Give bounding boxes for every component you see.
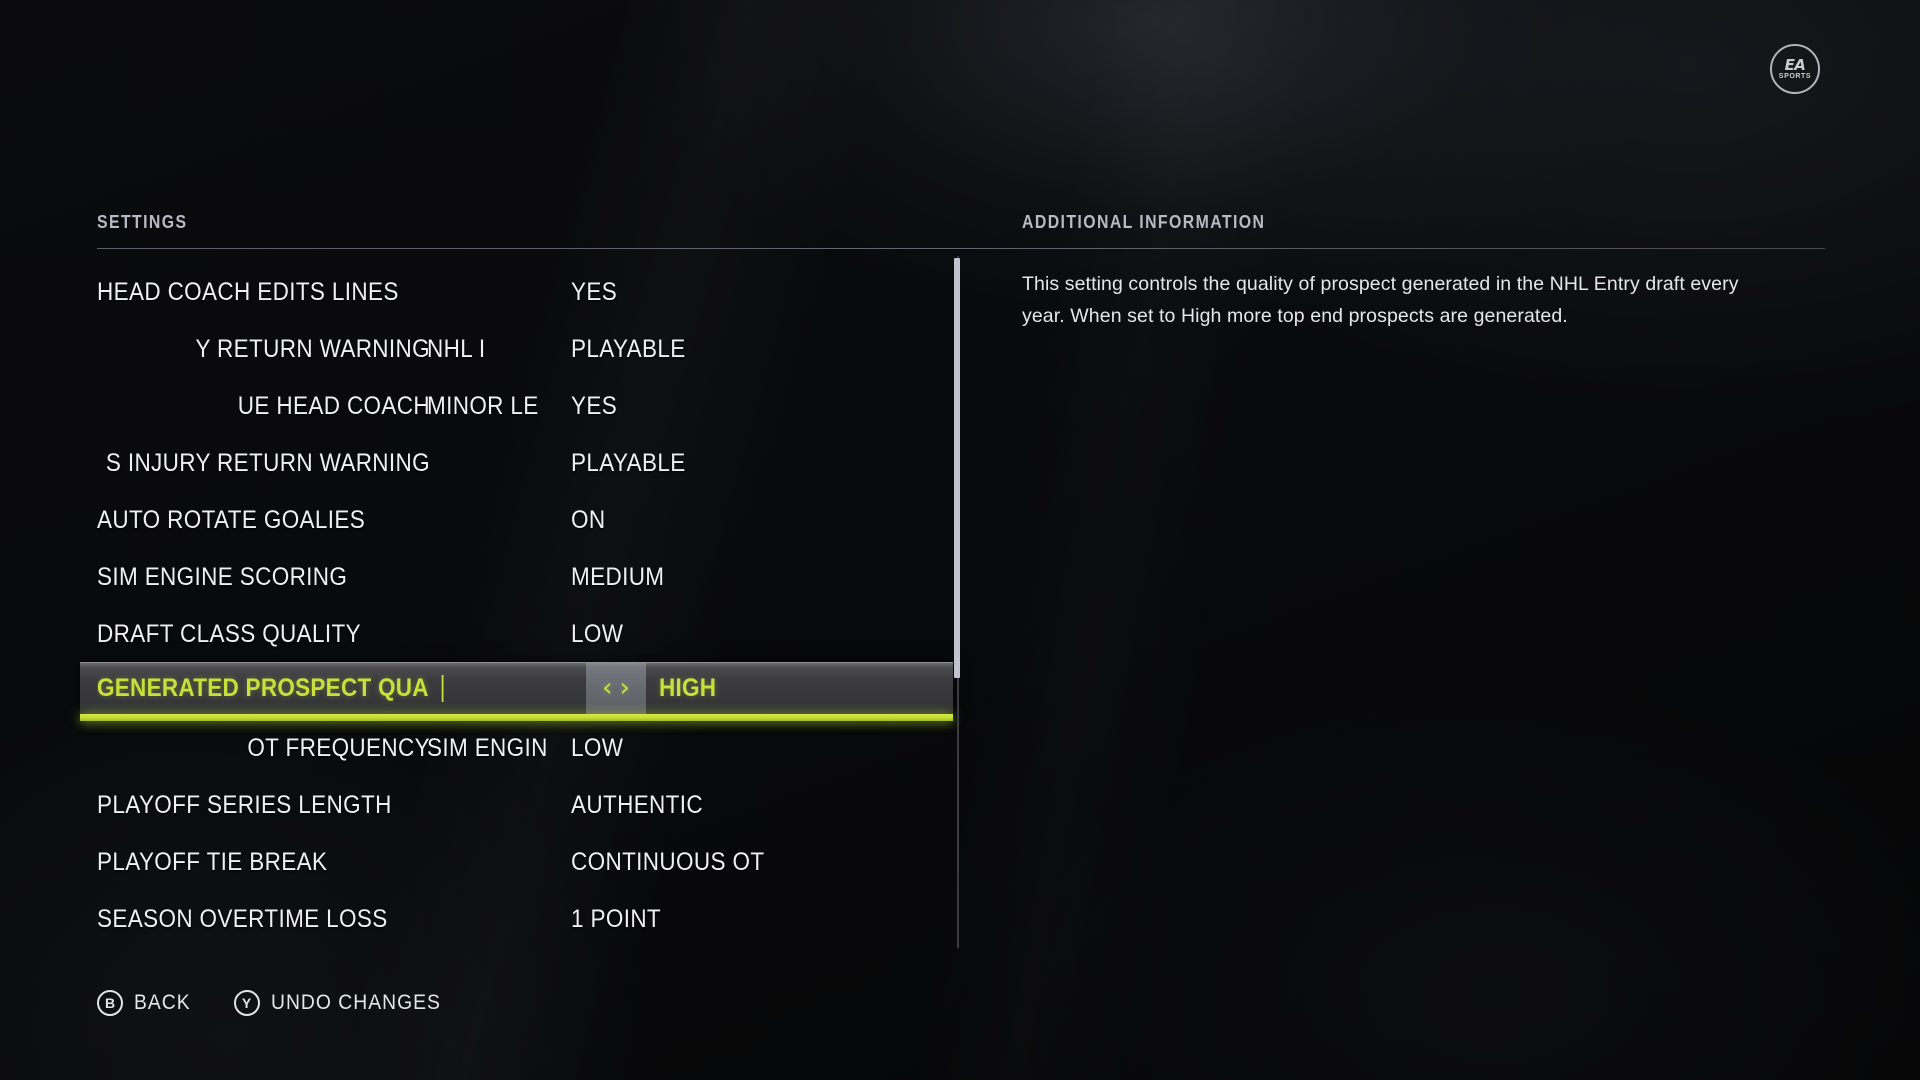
setting-value[interactable]: AUTHENTIC: [571, 777, 913, 834]
setting-value[interactable]: PLAYABLE: [571, 435, 913, 492]
setting-value[interactable]: PLAYABLE: [571, 321, 913, 378]
settings-column-header: SETTINGS: [97, 212, 188, 232]
setting-value[interactable]: YES: [571, 264, 913, 321]
prompt-label: UNDO CHANGES: [270, 991, 441, 1014]
setting-label: SIM ENGINE SCORING: [97, 563, 348, 591]
settings-row[interactable]: S INJURY RETURN WARNING PLAYABLE: [97, 435, 953, 492]
settings-row[interactable]: PLAYOFF TIE BREAK CONTINUOUS OT: [97, 834, 953, 891]
game-settings-screen: EA SPORTS SETTINGS ADDITIONAL INFORMATIO…: [0, 0, 1920, 1080]
settings-scrollbar-thumb[interactable]: [954, 258, 960, 678]
additional-information-header: ADDITIONAL INFORMATION: [1022, 212, 1266, 232]
header-divider: [97, 248, 1825, 249]
setting-value[interactable]: MEDIUM: [571, 549, 913, 606]
setting-value[interactable]: LOW: [571, 720, 913, 777]
settings-row[interactable]: OT FREQUENCY SIM ENGIN LOW: [97, 720, 953, 777]
settings-row[interactable]: Y RETURN WARNING NHL I PLAYABLE: [97, 321, 953, 378]
sports-logo-text: SPORTS: [1778, 72, 1812, 80]
prompt-undo-changes[interactable]: Y UNDO CHANGES: [233, 990, 456, 1016]
setting-label: PLAYOFF TIE BREAK: [97, 848, 328, 876]
setting-value[interactable]: HIGH: [659, 663, 1001, 714]
setting-value[interactable]: LOW: [571, 606, 913, 663]
button-prompt-bar: B BACK Y UNDO CHANGES: [97, 990, 455, 1016]
settings-row[interactable]: SIM ENGINE SCORING MEDIUM: [97, 549, 953, 606]
setting-label: HEAD COACH EDITS LINES: [97, 278, 399, 306]
setting-value[interactable]: 1 POINT: [571, 891, 913, 948]
additional-information-text: This setting controls the quality of pro…: [1022, 273, 1739, 327]
setting-label: Y RETURN WARNING: [195, 335, 430, 363]
prompt-back[interactable]: B BACK: [97, 990, 196, 1016]
settings-row-selected[interactable]: GENERATED PROSPECT QUA ‹ › HIGH: [80, 662, 953, 721]
setting-label: UE HEAD COACH: [237, 392, 430, 420]
setting-label: OT FREQUENCY: [247, 734, 430, 762]
setting-label: AUTO ROTATE GOALIES: [97, 506, 366, 534]
setting-label: GENERATED PROSPECT QUA: [97, 663, 444, 714]
setting-label-overflow: MINOR LE: [427, 392, 539, 420]
chevron-right-icon[interactable]: ›: [620, 675, 630, 701]
setting-value[interactable]: CONTINUOUS OT: [571, 834, 913, 891]
ea-sports-logo-icon: EA SPORTS: [1770, 44, 1820, 94]
setting-value[interactable]: ON: [571, 492, 913, 549]
setting-label-overflow: NHL I: [427, 335, 486, 363]
chevron-left-icon[interactable]: ‹: [602, 675, 612, 701]
ea-logo-text: EA: [1784, 55, 1806, 74]
settings-row[interactable]: PLAYOFF SERIES LENGTH AUTHENTIC: [97, 777, 953, 834]
setting-label: S INJURY RETURN WARNING: [105, 449, 430, 477]
setting-label-overflow: SIM ENGIN: [427, 734, 548, 762]
setting-label: DRAFT CLASS QUALITY: [97, 620, 361, 648]
setting-label: SEASON OVERTIME LOSS: [97, 905, 388, 933]
gamepad-button-b-icon: B: [97, 990, 123, 1016]
prompt-label: BACK: [134, 991, 191, 1014]
settings-row[interactable]: DRAFT CLASS QUALITY LOW: [97, 606, 953, 663]
settings-row[interactable]: SEASON OVERTIME LOSS 1 POINT: [97, 891, 953, 948]
setting-label: PLAYOFF SERIES LENGTH: [97, 791, 392, 819]
gamepad-button-y-icon: Y: [233, 990, 260, 1016]
settings-list: HEAD COACH EDITS LINES YES Y RETURN WARNIN…: [80, 264, 953, 952]
settings-row[interactable]: HEAD COACH EDITS LINES YES: [97, 264, 953, 321]
setting-value[interactable]: YES: [571, 378, 913, 435]
value-stepper[interactable]: ‹ ›: [586, 662, 646, 714]
settings-row[interactable]: AUTO ROTATE GOALIES ON: [97, 492, 953, 549]
settings-row[interactable]: UE HEAD COACH MINOR LE YES: [97, 378, 953, 435]
